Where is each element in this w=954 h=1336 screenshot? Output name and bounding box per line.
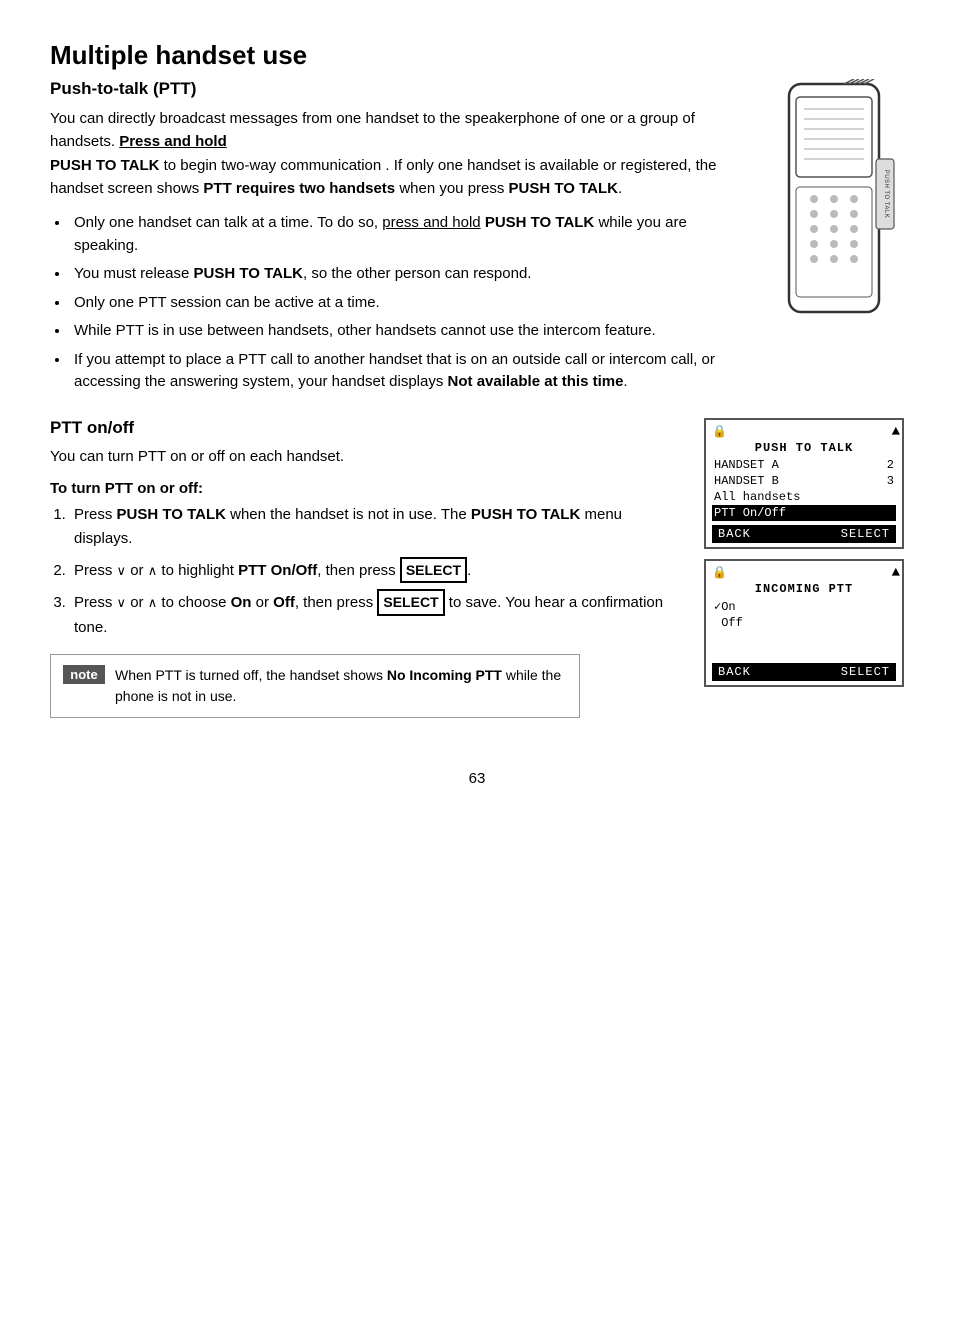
screen2-title: INCOMING PTT <box>712 582 896 596</box>
bullets-list: Only one handset can talk at a time. To … <box>70 212 754 394</box>
bullet-2: You must release PUSH TO TALK, so the ot… <box>70 263 754 286</box>
section1-content: Push-to-talk (PTT) You can directly broa… <box>50 79 754 408</box>
screen1-row1: HANDSET A2 <box>712 457 896 473</box>
step-2: Press ∨ or ∧ to highlight PTT On/Off, th… <box>70 557 684 583</box>
screen2-topbar: 🔒 <box>712 565 896 580</box>
screen1-bottombar: BACK SELECT <box>712 525 896 543</box>
note-label: note <box>63 665 105 684</box>
screen2-bottombar: BACK SELECT <box>712 663 896 681</box>
page-title: Multiple handset use <box>50 40 904 71</box>
select-box-2: SELECT <box>377 589 444 615</box>
bullet-3: Only one PTT session can be active at a … <box>70 292 754 315</box>
section2-left: PTT on/off You can turn PTT on or off on… <box>50 418 684 730</box>
screen2-select-label: SELECT <box>841 665 890 679</box>
screen2-row2: Off <box>712 615 896 631</box>
page-number: 63 <box>50 770 904 787</box>
bullet-4: While PTT is in use between handsets, ot… <box>70 320 754 343</box>
lock-icon: 🔒 <box>712 424 727 439</box>
handset-device-svg: PUSH TO TALK <box>774 79 904 319</box>
svg-text:PUSH TO TALK: PUSH TO TALK <box>883 170 889 219</box>
step-3: Press ∨ or ∧ to choose On or Off, then p… <box>70 589 684 639</box>
section1-title: Push-to-talk (PTT) <box>50 79 754 99</box>
arrow-up-icon-2: ▲ <box>892 565 900 581</box>
select-box-1: SELECT <box>400 557 467 583</box>
screen1-select-label: SELECT <box>841 527 890 541</box>
bullet-1: Only one handset can talk at a time. To … <box>70 212 754 257</box>
step-1: Press PUSH TO TALK when the handset is n… <box>70 503 684 551</box>
steps-list: Press PUSH TO TALK when the handset is n… <box>70 503 684 640</box>
screen1-row3: All handsets <box>712 489 896 505</box>
device-illustration: PUSH TO TALK <box>774 79 904 408</box>
screen2-spacer <box>712 631 896 659</box>
screen-mockup-2: ▲ 🔒 INCOMING PTT ✓On Off BACK SELECT <box>704 559 904 687</box>
section2-title: PTT on/off <box>50 418 684 438</box>
arrow-up-icon: ▲ <box>892 424 900 440</box>
screen2-back-label: BACK <box>718 665 751 679</box>
screen1-topbar: 🔒 <box>712 424 896 439</box>
note-box: note When PTT is turned off, the handset… <box>50 654 580 718</box>
screen1-row2: HANDSET B3 <box>712 473 896 489</box>
page-content: Multiple handset use Push-to-talk (PTT) … <box>50 40 904 787</box>
screens-block: ▲ 🔒 PUSH TO TALK HANDSET A2 HANDSET B3 A… <box>704 418 904 730</box>
screen2-row1: ✓On <box>712 598 896 615</box>
sub-section-title: To turn PTT on or off: <box>50 480 684 497</box>
section2-content: PTT on/off You can turn PTT on or off on… <box>50 418 904 730</box>
section1-intro: You can directly broadcast messages from… <box>50 107 754 200</box>
section2-intro: You can turn PTT on or off on each hands… <box>50 446 684 469</box>
note-text: When PTT is turned off, the handset show… <box>115 665 567 707</box>
lock-icon-2: 🔒 <box>712 565 727 580</box>
screen-mockup-1: ▲ 🔒 PUSH TO TALK HANDSET A2 HANDSET B3 A… <box>704 418 904 549</box>
screen1-row4-highlighted: PTT On/Off <box>712 505 896 521</box>
bullet-5: If you attempt to place a PTT call to an… <box>70 349 754 394</box>
screen1-title: PUSH TO TALK <box>712 441 896 455</box>
screen1-back-label: BACK <box>718 527 751 541</box>
